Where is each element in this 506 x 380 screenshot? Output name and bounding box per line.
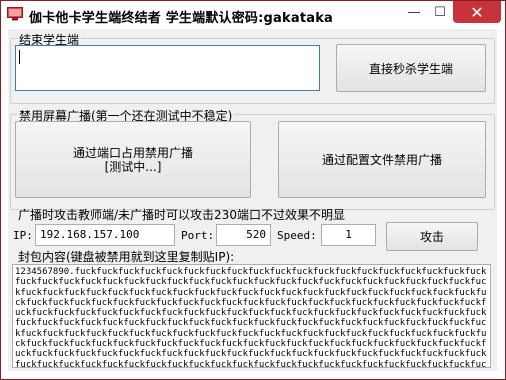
attack-hint-label: 广播时攻击教师端/未广播时可以攻击230端口不过效果不明显 <box>18 208 345 222</box>
app-window: 伽卡他卡学生端终结者 学生端默认密码:gakataka — ☐ ✕ 结束学生端 … <box>0 0 506 380</box>
minimize-button[interactable]: — <box>401 1 427 23</box>
kill-student-input[interactable] <box>15 45 320 91</box>
client-area: 结束学生端 直接秒杀学生端 禁用屏幕广播(第一个还在测试中不稳定) 通过端口占用… <box>8 29 497 371</box>
packet-content-label: 封包内容(键盘被禁用就到这里复制贴IP): <box>18 250 235 264</box>
maximize-button[interactable]: ☐ <box>427 1 453 23</box>
speed-input[interactable]: 1 <box>321 224 376 246</box>
packet-content-textarea[interactable]: 1234567890.fuckfuckfuckfuckfuckfuckfuckf… <box>12 264 491 368</box>
ip-input[interactable]: 192.168.157.100 <box>35 224 175 246</box>
port-disable-broadcast-button[interactable]: 通过端口占用禁用广播 [测试中...] <box>15 121 251 198</box>
port-disable-broadcast-status: [测试中...] <box>104 159 162 174</box>
config-disable-broadcast-button[interactable]: 通过配置文件禁用广播 <box>278 121 486 198</box>
ip-label: IP: <box>13 229 33 242</box>
window-title: 伽卡他卡学生端终结者 学生端默认密码:gakataka <box>29 11 334 26</box>
attack-button[interactable]: 攻击 <box>386 222 478 251</box>
kill-student-button[interactable]: 直接秒杀学生端 <box>336 44 486 92</box>
app-monitor-icon <box>7 7 23 21</box>
close-button[interactable]: ✕ <box>453 1 501 23</box>
title-bar[interactable]: 伽卡他卡学生端终结者 学生端默认密码:gakataka — ☐ ✕ <box>1 1 505 29</box>
port-input[interactable]: 520 <box>216 224 271 246</box>
text-caret <box>19 50 20 64</box>
port-label: Port: <box>181 229 215 242</box>
port-disable-broadcast-label: 通过端口占用禁用广播 <box>72 145 193 160</box>
speed-label: Speed: <box>277 229 317 242</box>
